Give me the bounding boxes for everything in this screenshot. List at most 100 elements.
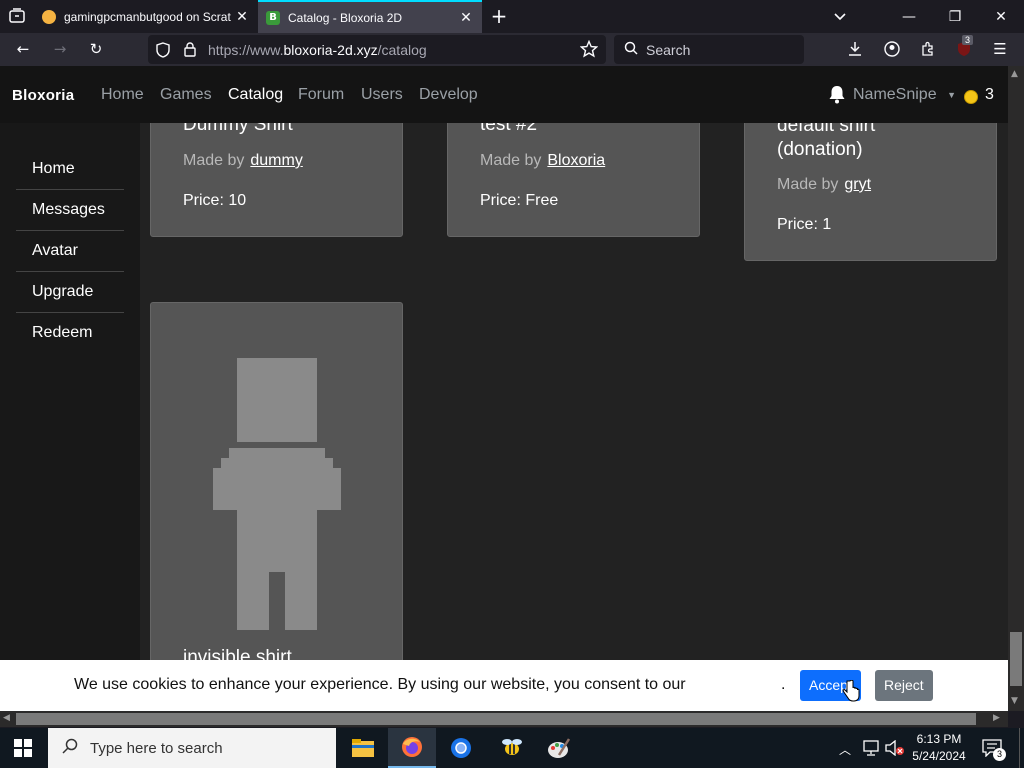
- forward-arrow-icon[interactable]: →: [45, 34, 75, 64]
- bookmark-star-icon[interactable]: [579, 39, 599, 61]
- item-title[interactable]: test #2: [480, 123, 537, 136]
- nav-catalog[interactable]: Catalog: [228, 86, 283, 104]
- list-all-tabs-chevron-icon[interactable]: [830, 6, 850, 26]
- nav-develop[interactable]: Develop: [419, 86, 478, 104]
- catalog-item-card[interactable]: Dummy Shirt Made by dummy Price: 10: [150, 123, 403, 237]
- back-arrow-icon[interactable]: ←: [8, 34, 38, 64]
- downloads-icon[interactable]: [840, 34, 870, 64]
- minimize-button[interactable]: —: [886, 0, 932, 33]
- creator-link[interactable]: Bloxoria: [547, 152, 605, 169]
- windows-start-icon[interactable]: [14, 739, 32, 762]
- sidebar: Home Messages Avatar Upgrade Redeem: [0, 123, 140, 661]
- nav-home[interactable]: Home: [101, 86, 144, 104]
- firefox-taskbar-icon[interactable]: [388, 728, 436, 768]
- reload-icon[interactable]: ↻: [81, 34, 111, 64]
- show-desktop-button[interactable]: [1019, 728, 1024, 768]
- browser-tab-strip: gamingpcmanbutgood on Scrat ✕ B Catalog …: [0, 0, 1024, 33]
- clock[interactable]: 6:13 PM 5/24/2024: [910, 731, 968, 765]
- tab-scratch[interactable]: gamingpcmanbutgood on Scrat ✕: [34, 0, 258, 33]
- notification-count-badge: 3: [993, 748, 1006, 761]
- paint-app-taskbar-icon[interactable]: [535, 728, 583, 768]
- clock-date: 5/24/2024: [912, 749, 966, 763]
- creator-link[interactable]: gryt: [844, 176, 871, 193]
- taskbar-search-box[interactable]: Type here to search: [48, 728, 336, 768]
- scratch-favicon-icon: [42, 9, 56, 24]
- reject-cookies-button[interactable]: Reject: [875, 670, 933, 701]
- nav-games[interactable]: Games: [160, 86, 212, 104]
- item-title-line: (donation): [777, 139, 863, 160]
- sidebar-item-redeem[interactable]: Redeem: [16, 313, 124, 354]
- scroll-right-arrow-icon[interactable]: ▶: [993, 713, 1000, 723]
- chromium-taskbar-icon[interactable]: [437, 728, 485, 768]
- close-window-button[interactable]: ✕: [978, 0, 1024, 33]
- tab-overview-icon[interactable]: [8, 8, 26, 24]
- item-creator-line: Made by gryt: [777, 176, 871, 194]
- site-brand[interactable]: Bloxoria: [12, 87, 74, 104]
- tab-close-icon[interactable]: ✕: [234, 8, 250, 25]
- notifications-bell-icon[interactable]: [828, 85, 846, 109]
- menu-hamburger-icon[interactable]: ☰: [985, 34, 1015, 64]
- scrollbar-thumb[interactable]: [1010, 632, 1022, 686]
- sidebar-item-avatar[interactable]: Avatar: [16, 231, 124, 272]
- mouse-hand-cursor-icon: [842, 679, 860, 707]
- price-value: 1: [822, 216, 832, 233]
- extension-badge: 3: [962, 35, 974, 45]
- sidebar-item-home[interactable]: Home: [16, 149, 124, 190]
- bee-app-taskbar-icon[interactable]: [488, 728, 536, 768]
- vertical-scrollbar[interactable]: ▲ ▼: [1008, 66, 1024, 711]
- caret-down-icon: ▼: [947, 89, 956, 100]
- show-hidden-icons-chevron-icon[interactable]: ︿: [839, 741, 851, 758]
- catalog-item-card[interactable]: test #2 Made by Bloxoria Price: Free: [447, 123, 700, 237]
- item-title[interactable]: default shirt (donation): [777, 123, 875, 162]
- new-tab-button[interactable]: +: [488, 5, 510, 27]
- nav-users[interactable]: Users: [361, 86, 403, 104]
- item-price-line: Price: 1: [777, 216, 831, 234]
- nav-forum[interactable]: Forum: [298, 86, 344, 104]
- restore-button[interactable]: ❐: [932, 0, 978, 33]
- tracking-shield-icon[interactable]: [148, 41, 178, 58]
- tab-close-icon[interactable]: ✕: [458, 9, 474, 26]
- windows-taskbar: Type here to search ︿ 6:13 PM 5/24/2024 …: [0, 728, 1024, 768]
- notifications-center-icon[interactable]: 3: [982, 739, 1006, 762]
- address-bar[interactable]: https://www.bloxoria-2d.xyz/catalog: [148, 35, 606, 64]
- search-icon: [624, 41, 638, 58]
- search-icon: [62, 738, 78, 758]
- cookie-consent-banner: We use cookies to enhance your experienc…: [0, 660, 1008, 711]
- account-icon[interactable]: [877, 34, 907, 64]
- tab-title: gamingpcmanbutgood on Scrat: [64, 9, 231, 24]
- network-icon[interactable]: [862, 740, 880, 761]
- catalog-item-card[interactable]: default shirt (donation) Made by gryt Pri…: [744, 123, 997, 261]
- cookie-message-trailing: .: [781, 676, 786, 693]
- item-title[interactable]: Dummy Shirt: [183, 123, 293, 136]
- clock-time: 6:13 PM: [916, 732, 962, 746]
- lock-icon[interactable]: [178, 42, 202, 57]
- made-by-label: Made by: [183, 152, 245, 169]
- price-label: Price:: [480, 192, 521, 209]
- url-text[interactable]: https://www.bloxoria-2d.xyz/catalog: [208, 42, 427, 58]
- item-price-line: Price: 10: [183, 192, 246, 210]
- tab-title: Catalog - Bloxoria 2D: [288, 10, 403, 25]
- catalog-page: Home Messages Avatar Upgrade Redeem Dumm…: [0, 123, 1008, 661]
- avatar-silhouette-thumbnail[interactable]: [213, 358, 341, 635]
- scroll-left-arrow-icon[interactable]: ◀: [3, 713, 10, 723]
- horizontal-scrollbar[interactable]: ◀ ▶: [0, 711, 1008, 727]
- item-price-line: Price: Free: [480, 192, 558, 210]
- site-header: Bloxoria Home Games Catalog Forum Users …: [0, 66, 1008, 123]
- sidebar-item-upgrade[interactable]: Upgrade: [16, 272, 124, 313]
- taskbar-search-placeholder: Type here to search: [90, 739, 223, 757]
- scrollbar-thumb[interactable]: [16, 713, 976, 725]
- scroll-up-arrow-icon[interactable]: ▲: [1011, 69, 1018, 79]
- browser-search-box[interactable]: Search: [614, 35, 804, 64]
- creator-link[interactable]: dummy: [250, 152, 302, 169]
- file-explorer-icon[interactable]: [339, 728, 387, 768]
- ublock-extension-icon[interactable]: 3: [949, 34, 979, 64]
- catalog-item-card[interactable]: invisible shirt: [150, 302, 403, 661]
- scroll-down-arrow-icon[interactable]: ▼: [1011, 696, 1018, 706]
- volume-muted-icon[interactable]: [885, 739, 905, 761]
- item-title[interactable]: invisible shirt: [183, 647, 292, 661]
- sidebar-item-messages[interactable]: Messages: [16, 190, 124, 231]
- extensions-puzzle-icon[interactable]: [913, 34, 943, 64]
- tab-catalog[interactable]: B Catalog - Bloxoria 2D ✕: [258, 0, 482, 33]
- bloxoria-favicon-icon: B: [266, 10, 280, 25]
- user-menu-dropdown[interactable]: NameSnipe ▼: [853, 86, 956, 104]
